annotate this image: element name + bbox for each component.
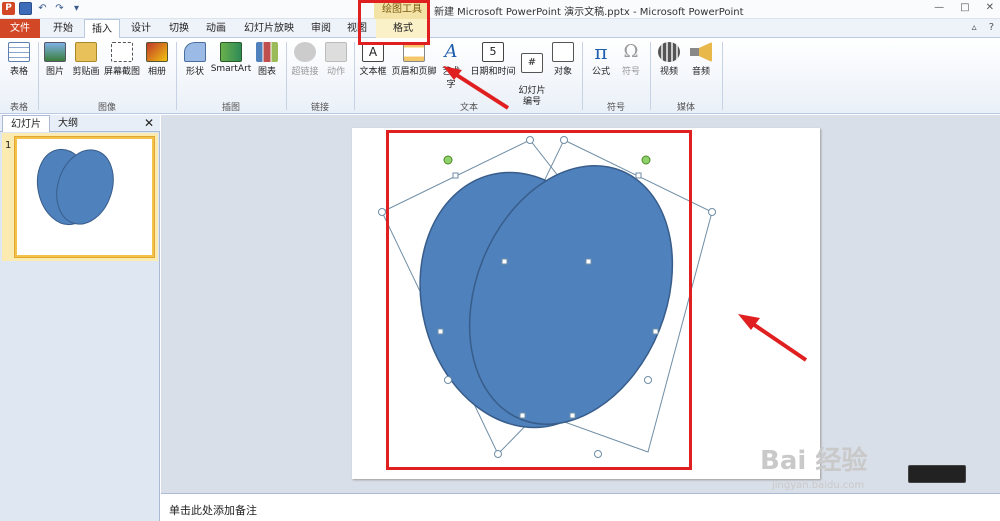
baidu-watermark-url: jingyan.baidu.com <box>772 480 865 491</box>
baidu-watermark-logo: Bai 经验 <box>760 446 868 476</box>
mini-playback-control[interactable] <box>908 465 966 483</box>
arrow-to-wordart <box>450 70 510 110</box>
arrow-to-shapes <box>748 320 808 362</box>
